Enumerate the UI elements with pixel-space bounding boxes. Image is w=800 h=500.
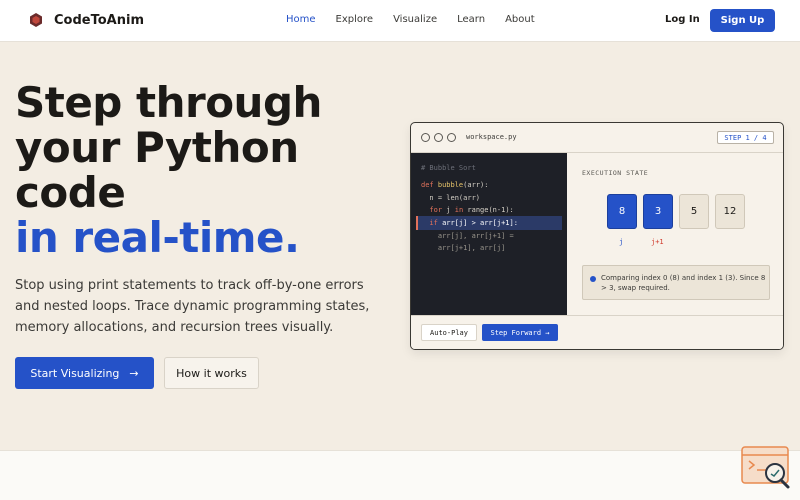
next-section [0, 450, 800, 500]
nav-explore[interactable]: Explore [336, 14, 374, 25]
hero-title: Step through your Python code in real-ti… [15, 80, 322, 260]
cube-logo-icon [30, 13, 42, 27]
step-forward-button[interactable]: Step Forward → [482, 324, 558, 341]
hero-title-line2: your Python [15, 123, 299, 172]
array-cell-0: 8 [607, 194, 637, 229]
window-controls: Auto-Play Step Forward → [411, 315, 783, 349]
code-search-icon[interactable] [741, 446, 793, 490]
array-cell-1: 3 [643, 194, 673, 229]
window-filename: workspace.py [466, 133, 517, 141]
nav-visualize[interactable]: Visualize [393, 14, 437, 25]
hero-title-accent: in real-time. [15, 213, 300, 262]
arrow-right-icon: → [129, 366, 139, 380]
code-line-3: for j in range(n-1): [421, 206, 514, 214]
window-minimize-dot[interactable] [434, 133, 443, 142]
login-link[interactable]: Log In [665, 14, 700, 25]
start-visualizing-button[interactable]: Start Visualizing → [15, 357, 154, 389]
signup-button[interactable]: Sign Up [710, 9, 775, 32]
code-line-4: if arr[j] > arr[j+1]: [421, 219, 518, 227]
array-cell-2: 5 [679, 194, 709, 229]
code-panel: # Bubble Sort def bubble(arr): n = len(a… [411, 153, 567, 315]
code-line-5: arr[j], arr[j+1] = [421, 232, 514, 240]
code-line-1: def bubble(arr): [421, 181, 489, 189]
array-cell-3: 12 [715, 194, 745, 229]
nav-home[interactable]: Home [286, 14, 316, 25]
hero-subtitle: Stop using print statements to track off… [15, 278, 370, 335]
execution-state-panel: EXECUTION STATE 8 3 5 12 j j+1 Comparing… [567, 153, 783, 315]
pointer-j: j [619, 238, 624, 246]
window-maximize-dot[interactable] [447, 133, 456, 142]
step-indicator: STEP 1 / 4 [717, 131, 774, 144]
state-message-box: Comparing index 0 (8) and index 1 (3). S… [582, 265, 770, 300]
start-visualizing-label: Start Visualizing [30, 366, 120, 380]
state-message: Comparing index 0 (8) and index 1 (3). S… [601, 274, 766, 292]
pointer-j-plus-1: j+1 [651, 238, 664, 246]
hero-title-line1: Step through [15, 78, 322, 127]
how-it-works-button[interactable]: How it works [164, 357, 259, 389]
nav-learn[interactable]: Learn [457, 14, 485, 25]
workspace-window: workspace.py STEP 1 / 4 # Bubble Sort de… [410, 122, 784, 350]
code-line-2: n = len(arr) [421, 194, 481, 202]
nav-about[interactable]: About [505, 14, 535, 25]
hero-title-line3: code [15, 168, 126, 217]
nav-links: Home Explore Visualize Learn About [286, 14, 535, 25]
code-line-6: arr[j+1], arr[j] [421, 244, 506, 252]
info-dot-icon [590, 276, 596, 282]
autoplay-button[interactable]: Auto-Play [421, 324, 477, 341]
execution-state-label: EXECUTION STATE [582, 169, 649, 177]
brand-name: CodeToAnim [54, 12, 144, 28]
window-titlebar: workspace.py STEP 1 / 4 [411, 123, 783, 153]
code-line-comment: # Bubble Sort [421, 164, 476, 172]
top-nav: CodeToAnim Home Explore Visualize Learn … [0, 0, 800, 42]
brand-logo[interactable]: CodeToAnim [28, 12, 144, 28]
window-close-dot[interactable] [421, 133, 430, 142]
